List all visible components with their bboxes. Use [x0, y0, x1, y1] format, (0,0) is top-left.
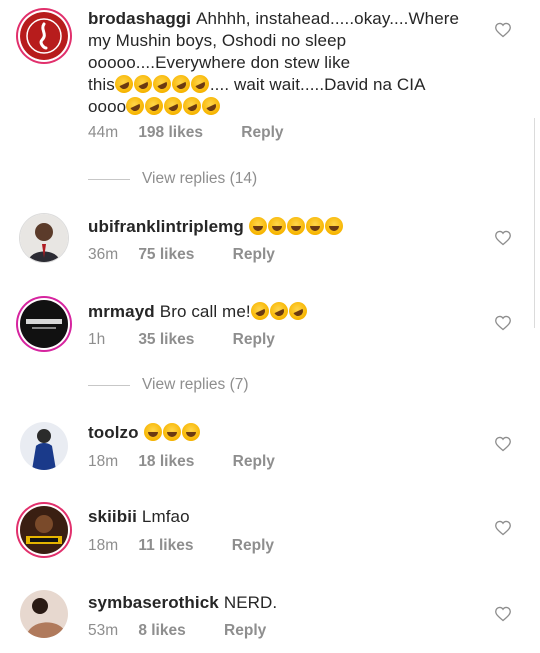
- comment-meta: 1h 35 likes Reply: [88, 331, 275, 349]
- comment-text: ubifranklintriplemg: [88, 216, 478, 238]
- comment-time: 36m: [88, 246, 119, 263]
- emoji-rofl: [247, 299, 310, 323]
- reply-button[interactable]: Reply: [232, 537, 274, 555]
- comment-item: mrmayd Bro call me! 1h 35 likes Reply Vie…: [0, 286, 540, 396]
- likes-count[interactable]: 198 likes: [138, 124, 203, 142]
- comment-text: skiibii Lmfao: [88, 506, 478, 528]
- view-replies-label[interactable]: View replies (14): [142, 170, 257, 188]
- comment-item: toolzo 18m 18 likes Reply: [0, 408, 540, 488]
- comment-body: Bro call me!: [159, 302, 251, 321]
- emoji-laugh: [143, 423, 201, 442]
- emoji-laugh: [248, 217, 344, 236]
- comment-meta: 44m 198 likes Reply: [88, 124, 284, 142]
- emoji-rofl: [111, 72, 212, 96]
- view-replies-button[interactable]: View replies (7): [88, 376, 249, 394]
- comment-time: 18m: [88, 537, 119, 554]
- comment-text: brodashaggi Ahhhh, instahead.....okay....…: [88, 8, 478, 118]
- comment-meta: 18m 18 likes Reply: [88, 453, 275, 471]
- comment-time: 44m: [88, 124, 119, 141]
- reply-button[interactable]: Reply: [241, 124, 283, 142]
- comment-username[interactable]: brodashaggi: [88, 9, 191, 28]
- comment-item: skiibii Lmfao 18m 11 likes Reply: [0, 492, 540, 572]
- comment-meta: 18m 11 likes Reply: [88, 537, 274, 555]
- comment-time: 53m: [88, 622, 119, 639]
- comment-time: 18m: [88, 453, 119, 470]
- comment-body-line: .... wait wait.....David na CIA: [209, 75, 426, 94]
- heart-outline-icon[interactable]: [494, 315, 512, 331]
- emoji-rofl: [123, 94, 224, 118]
- reply-button[interactable]: Reply: [233, 331, 275, 349]
- likes-count[interactable]: 35 likes: [138, 331, 194, 349]
- heart-outline-icon[interactable]: [494, 230, 512, 246]
- comment-meta: 36m 75 likes Reply: [88, 246, 275, 264]
- comment-meta: 53m 8 likes Reply: [88, 622, 266, 640]
- comment-item: symbaserothick NERD. 53m 8 likes Reply: [0, 576, 540, 653]
- comment-text: symbaserothick NERD.: [88, 592, 478, 614]
- avatar[interactable]: [20, 506, 68, 554]
- heart-outline-icon[interactable]: [494, 22, 512, 38]
- comment-body-line: oooo: [88, 97, 127, 116]
- scrollbar-edge[interactable]: [534, 118, 540, 328]
- comment-time: 1h: [88, 331, 106, 348]
- comment-username[interactable]: toolzo: [88, 423, 139, 442]
- comment-username[interactable]: mrmayd: [88, 302, 155, 321]
- likes-count[interactable]: 8 likes: [138, 622, 185, 640]
- reply-button[interactable]: Reply: [233, 246, 275, 264]
- comment-body-line: my Mushin boys, Oshodi no sleep: [88, 31, 347, 50]
- comment-item: brodashaggi Ahhhh, instahead.....okay....…: [0, 0, 540, 190]
- likes-count[interactable]: 18 likes: [138, 453, 194, 471]
- comment-item: ubifranklintriplemg 36m 75 likes Reply: [0, 200, 540, 280]
- avatar[interactable]: [20, 300, 68, 348]
- heart-outline-icon[interactable]: [494, 606, 512, 622]
- likes-count[interactable]: 75 likes: [138, 246, 194, 264]
- likes-count[interactable]: 11 likes: [138, 537, 193, 555]
- comment-text: mrmayd Bro call me!: [88, 299, 478, 323]
- view-replies-button[interactable]: View replies (14): [88, 170, 257, 188]
- view-replies-label[interactable]: View replies (7): [142, 376, 249, 394]
- comment-body: Ahhhh, instahead.....okay....Where: [196, 9, 460, 28]
- divider-line: [88, 178, 130, 180]
- avatar[interactable]: [20, 12, 68, 60]
- divider-line: [88, 384, 130, 386]
- reply-button[interactable]: Reply: [233, 453, 275, 471]
- comment-body-line: ooooo....Everywhere don stew like: [88, 53, 351, 72]
- heart-outline-icon[interactable]: [494, 436, 512, 452]
- comment-text: toolzo: [88, 422, 478, 444]
- avatar[interactable]: [20, 422, 68, 470]
- avatar[interactable]: [20, 590, 68, 638]
- heart-outline-icon[interactable]: [494, 520, 512, 536]
- avatar[interactable]: [20, 214, 68, 262]
- comment-username[interactable]: symbaserothick: [88, 593, 219, 612]
- comment-body: Lmfao: [141, 507, 190, 526]
- comment-username[interactable]: ubifranklintriplemg: [88, 217, 244, 236]
- comment-body-line: this: [88, 75, 115, 94]
- comment-username[interactable]: skiibii: [88, 507, 137, 526]
- comment-body: NERD.: [223, 593, 278, 612]
- reply-button[interactable]: Reply: [224, 622, 266, 640]
